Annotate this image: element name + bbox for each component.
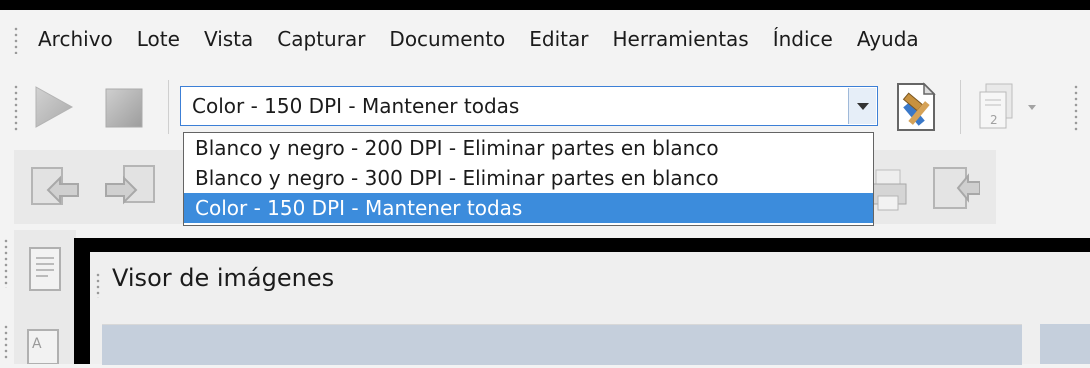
menu-archivo[interactable]: Archivo — [38, 10, 125, 68]
menu-items: Archivo Lote Vista Capturar Documento Ed… — [38, 10, 931, 68]
scan-profile-dropdown: Blanco y negro - 200 DPI - Eliminar part… — [183, 132, 874, 226]
menu-vista[interactable]: Vista — [192, 10, 265, 68]
menu-bar: Archivo Lote Vista Capturar Documento Ed… — [0, 10, 1090, 68]
menu-ayuda[interactable]: Ayuda — [845, 10, 931, 68]
svg-text:A: A — [32, 336, 42, 352]
toolbar-grip-icon[interactable] — [14, 84, 18, 132]
menu-indice[interactable]: Índice — [761, 10, 845, 68]
page-dropdown-arrow-icon[interactable] — [1028, 102, 1038, 112]
toolbar-separator — [168, 80, 169, 134]
next-page-icon[interactable] — [100, 160, 158, 218]
window-top-edge — [0, 0, 1090, 10]
page-number-icon[interactable]: 2 — [976, 82, 1020, 138]
left-tool-column: A — [0, 230, 82, 365]
menu-editar[interactable]: Editar — [517, 10, 600, 68]
scan-profile-option-selected[interactable]: Color - 150 DPI - Mantener todas — [184, 193, 873, 223]
scan-profile-option[interactable]: Blanco y negro - 200 DPI - Eliminar part… — [184, 133, 873, 163]
document-text-icon[interactable] — [24, 244, 68, 302]
toolbar-grip-icon[interactable] — [4, 238, 8, 288]
toolbar-grip-icon[interactable] — [4, 324, 8, 360]
panel-grip-icon[interactable] — [96, 272, 100, 298]
menu-herramientas[interactable]: Herramientas — [601, 10, 761, 68]
image-viewer-header-bar — [102, 324, 1022, 365]
text-recognition-icon[interactable]: A — [22, 328, 66, 368]
previous-page-icon[interactable] — [26, 162, 82, 218]
image-viewer-side-bar — [1040, 324, 1090, 364]
chevron-down-icon[interactable] — [848, 88, 876, 124]
menu-capturar[interactable]: Capturar — [265, 10, 377, 68]
image-viewer-body: Visor de imágenes — [90, 252, 1090, 365]
image-viewer-title: Visor de imágenes — [112, 264, 335, 292]
menu-lote[interactable]: Lote — [125, 10, 192, 68]
scan-profile-combobox[interactable]: Color - 150 DPI - Mantener todas — [180, 86, 878, 126]
import-page-icon[interactable] — [924, 162, 981, 218]
image-viewer-panel: Visor de imágenes — [74, 238, 1090, 365]
menu-grip-icon[interactable] — [14, 26, 18, 54]
toolbar-grip-icon[interactable] — [1074, 84, 1078, 132]
scan-profile-value: Color - 150 DPI - Mantener todas — [192, 94, 520, 118]
menu-documento[interactable]: Documento — [377, 10, 517, 68]
svg-text:2: 2 — [990, 113, 998, 127]
document-tools-icon[interactable] — [890, 80, 942, 138]
stop-icon[interactable] — [102, 86, 146, 134]
play-icon[interactable] — [30, 84, 76, 134]
toolbar-separator — [960, 80, 961, 134]
scan-profile-option[interactable]: Blanco y negro - 300 DPI - Eliminar part… — [184, 163, 873, 193]
